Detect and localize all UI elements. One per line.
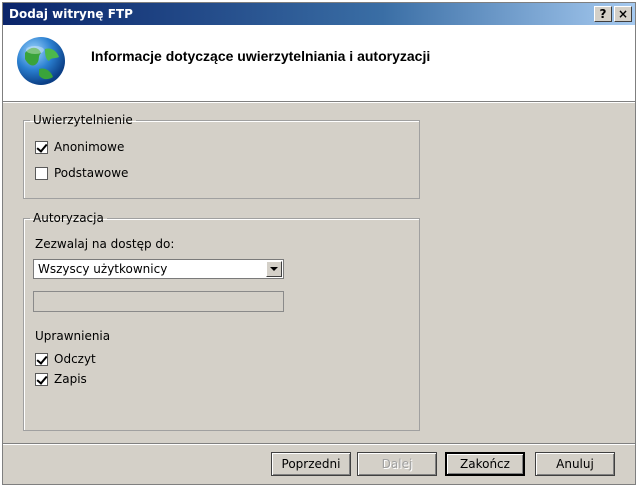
globe-icon <box>17 37 65 85</box>
help-button[interactable]: ? <box>594 6 612 22</box>
close-button[interactable]: × <box>614 6 632 22</box>
page-title: Informacje dotyczące uwierzytelniania i … <box>91 48 431 64</box>
help-icon: ? <box>599 7 607 21</box>
footer-divider <box>3 443 635 445</box>
dialog-window: Dodaj witrynę FTP ? × Informacje dotyczą… <box>2 2 636 485</box>
read-checkbox-box[interactable] <box>35 352 48 366</box>
authentication-legend: Uwierzytelnienie <box>33 113 133 127</box>
authentication-group: Uwierzytelnienie <box>23 113 420 199</box>
close-icon: × <box>617 7 629 21</box>
write-label: Zapis <box>54 372 87 386</box>
write-checkbox-box[interactable] <box>35 372 48 386</box>
basic-checkbox[interactable]: Podstawowe <box>35 165 128 181</box>
window-title: Dodaj witrynę FTP <box>9 7 133 21</box>
anonymous-label: Anonimowe <box>54 140 125 154</box>
basic-label: Podstawowe <box>54 166 129 180</box>
access-select[interactable]: Wszyscy użytkownicy <box>33 259 284 279</box>
chevron-down-icon[interactable] <box>266 261 282 277</box>
cancel-button[interactable]: Anuluj <box>535 452 615 476</box>
permissions-label: Uprawnienia <box>35 329 111 343</box>
read-checkbox[interactable]: Odczyt <box>35 351 96 367</box>
next-button[interactable]: Dalej <box>357 452 437 476</box>
access-select-value: Wszyscy użytkownicy <box>38 262 168 276</box>
access-label: Zezwalaj na dostęp do: <box>35 237 175 251</box>
write-checkbox[interactable]: Zapis <box>35 371 87 387</box>
authorization-legend: Autoryzacja <box>33 211 104 225</box>
basic-checkbox-box[interactable] <box>35 166 48 180</box>
title-bar[interactable]: Dodaj witrynę FTP ? × <box>3 3 635 25</box>
users-input[interactable] <box>33 291 284 312</box>
finish-button[interactable]: Zakończ <box>445 452 525 476</box>
header-divider <box>3 101 635 103</box>
wizard-header: Informacje dotyczące uwierzytelniania i … <box>3 25 635 101</box>
previous-button[interactable]: Poprzedni <box>271 452 351 476</box>
read-label: Odczyt <box>54 352 96 366</box>
anonymous-checkbox[interactable]: Anonimowe <box>35 139 124 155</box>
anonymous-checkbox-box[interactable] <box>35 140 48 154</box>
